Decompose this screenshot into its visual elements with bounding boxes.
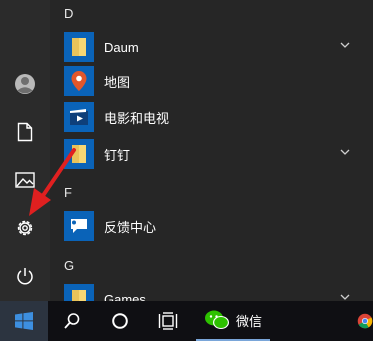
task-view-icon [158,312,178,330]
task-view-button[interactable] [146,301,190,341]
cortana-button[interactable] [98,301,142,341]
taskbar-app-chrome[interactable] [355,301,373,341]
app-tile [64,66,94,96]
app-list: D Daum 地图 电影和电视 钉钉 F 反馈中心 G Games [50,0,373,301]
section-letter-g[interactable]: G [64,258,74,273]
app-tile [64,211,94,241]
start-button[interactable] [0,301,48,341]
settings-button[interactable] [0,206,50,250]
feedback-icon [71,219,87,233]
folder-icon [72,290,86,301]
documents-button[interactable] [0,110,50,154]
start-left-rail [0,0,50,301]
chrome-icon [357,313,373,329]
search-icon [64,313,80,329]
folder-icon [72,145,86,163]
windows-start-icon [15,312,33,330]
map-pin-icon [71,71,87,91]
start-menu: D Daum 地图 电影和电视 钉钉 F 反馈中心 G Games [0,0,373,301]
power-icon [17,268,33,285]
app-tile [64,139,94,169]
app-name: Games [104,291,146,302]
app-item-maps[interactable]: 地图 [64,64,364,98]
cortana-icon [112,313,128,329]
pictures-button[interactable] [0,158,50,202]
chevron-down-icon[interactable] [340,293,350,301]
app-name: Daum [104,39,139,55]
app-name: 反馈中心 [104,219,157,235]
search-button[interactable] [50,301,94,341]
wechat-label: 微信 [236,313,263,329]
chevron-down-icon[interactable] [340,148,350,156]
taskbar: 微信 [0,301,373,341]
app-item-movies-tv[interactable]: 电影和电视 [64,100,364,134]
wechat-icon [205,310,229,329]
video-play-icon [70,109,88,125]
documents-icon [17,122,33,142]
chevron-down-icon[interactable] [340,41,350,49]
app-tile [64,102,94,132]
app-tile [64,32,94,62]
app-name: 电影和电视 [104,110,170,126]
user-avatar-icon [15,74,35,94]
app-item-dingtalk[interactable]: 钉钉 [64,137,364,171]
app-item-daum[interactable]: Daum [64,30,364,64]
taskbar-app-wechat[interactable]: 微信 [196,301,270,341]
app-item-games[interactable]: Games [64,282,364,301]
pictures-icon [15,172,35,188]
power-button[interactable] [0,254,50,298]
section-letter-f[interactable]: F [64,185,72,200]
app-item-feedback-hub[interactable]: 反馈中心 [64,209,364,243]
section-letter-d[interactable]: D [64,6,73,21]
app-name: 钉钉 [104,147,131,163]
user-account-button[interactable] [0,62,50,106]
folder-icon [72,38,86,56]
app-name: 地图 [104,74,131,90]
settings-icon [17,220,33,236]
app-tile [64,284,94,301]
